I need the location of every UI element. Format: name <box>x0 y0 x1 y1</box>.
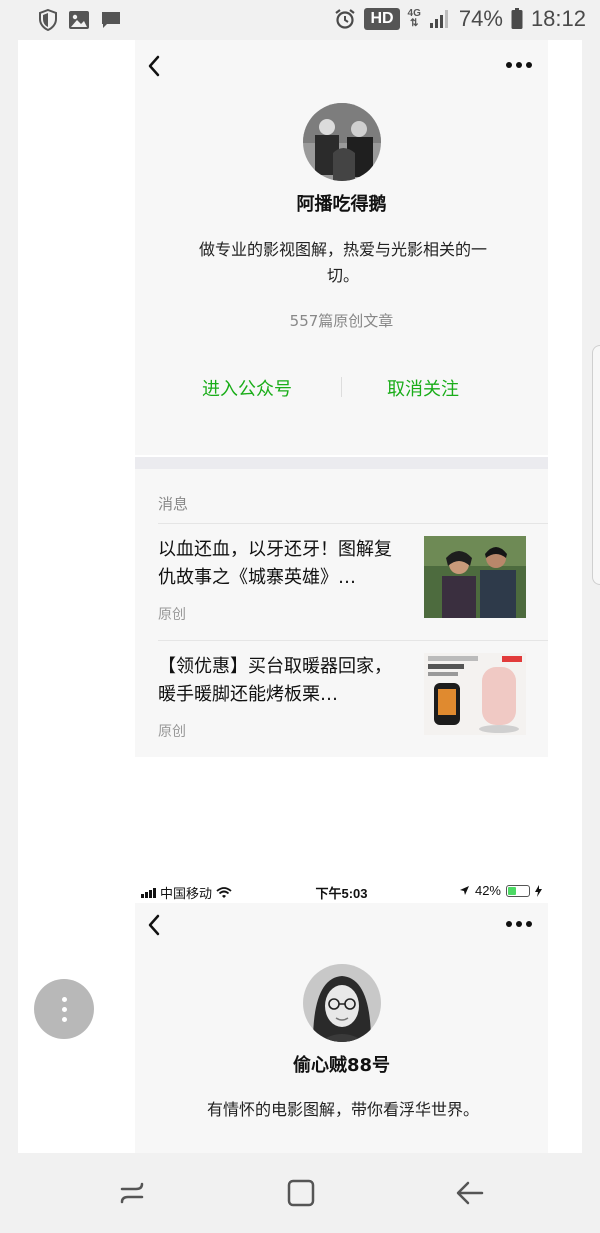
battery-icon <box>511 8 523 29</box>
edge-panel-handle[interactable] <box>592 345 600 585</box>
location-icon <box>459 886 469 895</box>
image-icon <box>69 11 89 29</box>
back-icon[interactable] <box>146 913 162 937</box>
top-nav <box>18 40 582 90</box>
original-tag: 原创 <box>158 607 186 623</box>
hd-badge: HD <box>364 8 400 30</box>
system-indicators: HD 4G ⇅ 74% 18:12 <box>334 6 586 32</box>
messages-label: 消息 <box>158 495 189 513</box>
ios-indicators: 42% <box>459 883 542 898</box>
article-item[interactable]: 以血还血，以牙还牙！图解复仇故事之《城寨英雄》… 原创 <box>135 524 548 640</box>
shield-icon <box>39 9 57 31</box>
account-description: 有情怀的电影图解，带你看浮华世界。 <box>206 1100 479 1119</box>
avatar <box>303 103 381 181</box>
article-title: 【领优惠】买台取暖器回家，暖手暖脚还能烤板栗… <box>158 656 392 705</box>
account-name: 阿播吃得鹅 <box>296 194 387 215</box>
action-divider <box>341 377 342 397</box>
article-title: 以血还血，以牙还牙！图解复仇故事之《城寨英雄》… <box>158 539 392 588</box>
ios-battery-percent: 42% <box>474 883 501 898</box>
unfollow-button[interactable]: 取消关注 <box>387 375 459 401</box>
message-icon <box>102 12 120 28</box>
top-nav <box>18 903 582 953</box>
article-item[interactable]: 【领优惠】买台取暖器回家，暖手暖脚还能烤板栗… 原创 <box>135 641 548 757</box>
floating-menu-button[interactable] <box>34 979 94 1039</box>
network-type: 4G ⇅ <box>407 8 421 29</box>
navigation-bar <box>0 1153 600 1233</box>
account-description: 做专业的影视图解，热爱与光影相关的一切。 <box>198 240 487 285</box>
avatar-image <box>303 964 381 1042</box>
article-count: 557篇原创文章 <box>289 312 394 330</box>
signal-icon <box>429 10 448 28</box>
clock: 18:12 <box>530 6 586 31</box>
status-bar: HD 4G ⇅ 74% 18:12 <box>0 0 600 40</box>
original-tag: 原创 <box>158 724 186 740</box>
battery-percent: 74% <box>458 6 503 31</box>
back-nav-icon[interactable] <box>452 1175 488 1211</box>
account-name: 偷心贼88号 <box>292 1055 391 1076</box>
more-icon[interactable] <box>506 62 532 70</box>
battery-icon <box>506 884 530 897</box>
notification-icons <box>38 9 122 31</box>
home-icon[interactable] <box>283 1175 319 1211</box>
section-separator <box>135 457 548 469</box>
back-icon[interactable] <box>146 54 162 78</box>
article-thumbnail <box>424 653 526 735</box>
more-icon[interactable] <box>506 921 532 929</box>
ios-status-bar: 中国移动 下午5:03 42% <box>135 880 548 902</box>
avatar <box>303 964 381 1042</box>
recent-apps-icon[interactable] <box>114 1175 150 1211</box>
charging-icon <box>535 884 542 897</box>
enter-account-button[interactable]: 进入公众号 <box>202 375 292 401</box>
avatar-image <box>303 103 381 181</box>
alarm-icon <box>335 9 356 29</box>
article-thumbnail <box>424 536 526 618</box>
screenshot-area: 阿播吃得鹅 做专业的影视图解，热爱与光影相关的一切。 557篇原创文章 进入公众… <box>18 40 582 1153</box>
